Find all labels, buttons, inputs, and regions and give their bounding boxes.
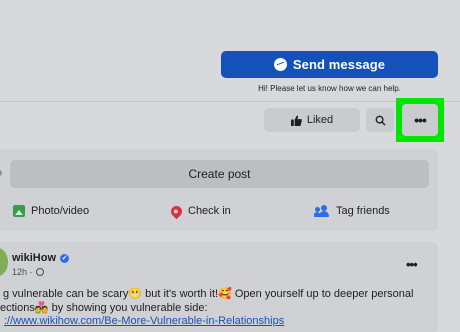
liked-button[interactable]: Liked <box>264 108 360 132</box>
post-author[interactable]: wikiHow ✓ <box>12 252 70 264</box>
post-text-line-1: g vulnerable can be scary😬 but it's wort… <box>3 288 414 300</box>
messenger-icon <box>273 58 287 71</box>
tag-friends-label: Tag friends <box>336 205 390 217</box>
check-in-label: Check in <box>188 205 231 217</box>
post-time-text: 12h · <box>12 267 33 277</box>
help-text: Hi! Please let us know how we can help. <box>258 84 401 93</box>
search-button[interactable] <box>366 108 394 132</box>
send-message-label: Send message <box>292 57 386 72</box>
create-post-label: Create post <box>188 167 251 181</box>
photo-video-button[interactable]: Photo/video <box>13 201 89 221</box>
post-timestamp[interactable]: 12h · <box>12 267 44 277</box>
globe-icon <box>35 268 44 276</box>
more-dots-icon: ••• <box>414 112 427 128</box>
location-pin-icon <box>168 203 185 219</box>
post-more-button[interactable]: ••• <box>406 257 418 272</box>
search-icon <box>375 115 386 126</box>
check-in-button[interactable]: Check in <box>168 201 231 221</box>
verified-icon: ✓ <box>60 253 70 263</box>
post-link[interactable]: ://www.wikihow.com/Be-More-Vulnerable-in… <box>4 315 284 327</box>
liked-label: Liked <box>306 114 334 126</box>
people-icon <box>314 205 330 217</box>
more-options-button[interactable]: ••• <box>402 104 438 136</box>
photo-video-label: Photo/video <box>31 205 90 217</box>
thumbs-up-icon <box>290 114 302 126</box>
photo-icon <box>13 205 25 217</box>
tag-friends-button[interactable]: Tag friends <box>314 201 390 221</box>
post-text-line-2: ections💑 by showing you vulnerable side: <box>0 302 208 314</box>
send-message-button[interactable]: Send message <box>221 51 438 78</box>
create-post-button[interactable]: Create post <box>10 160 429 188</box>
post-author-name: wikiHow <box>12 252 57 264</box>
